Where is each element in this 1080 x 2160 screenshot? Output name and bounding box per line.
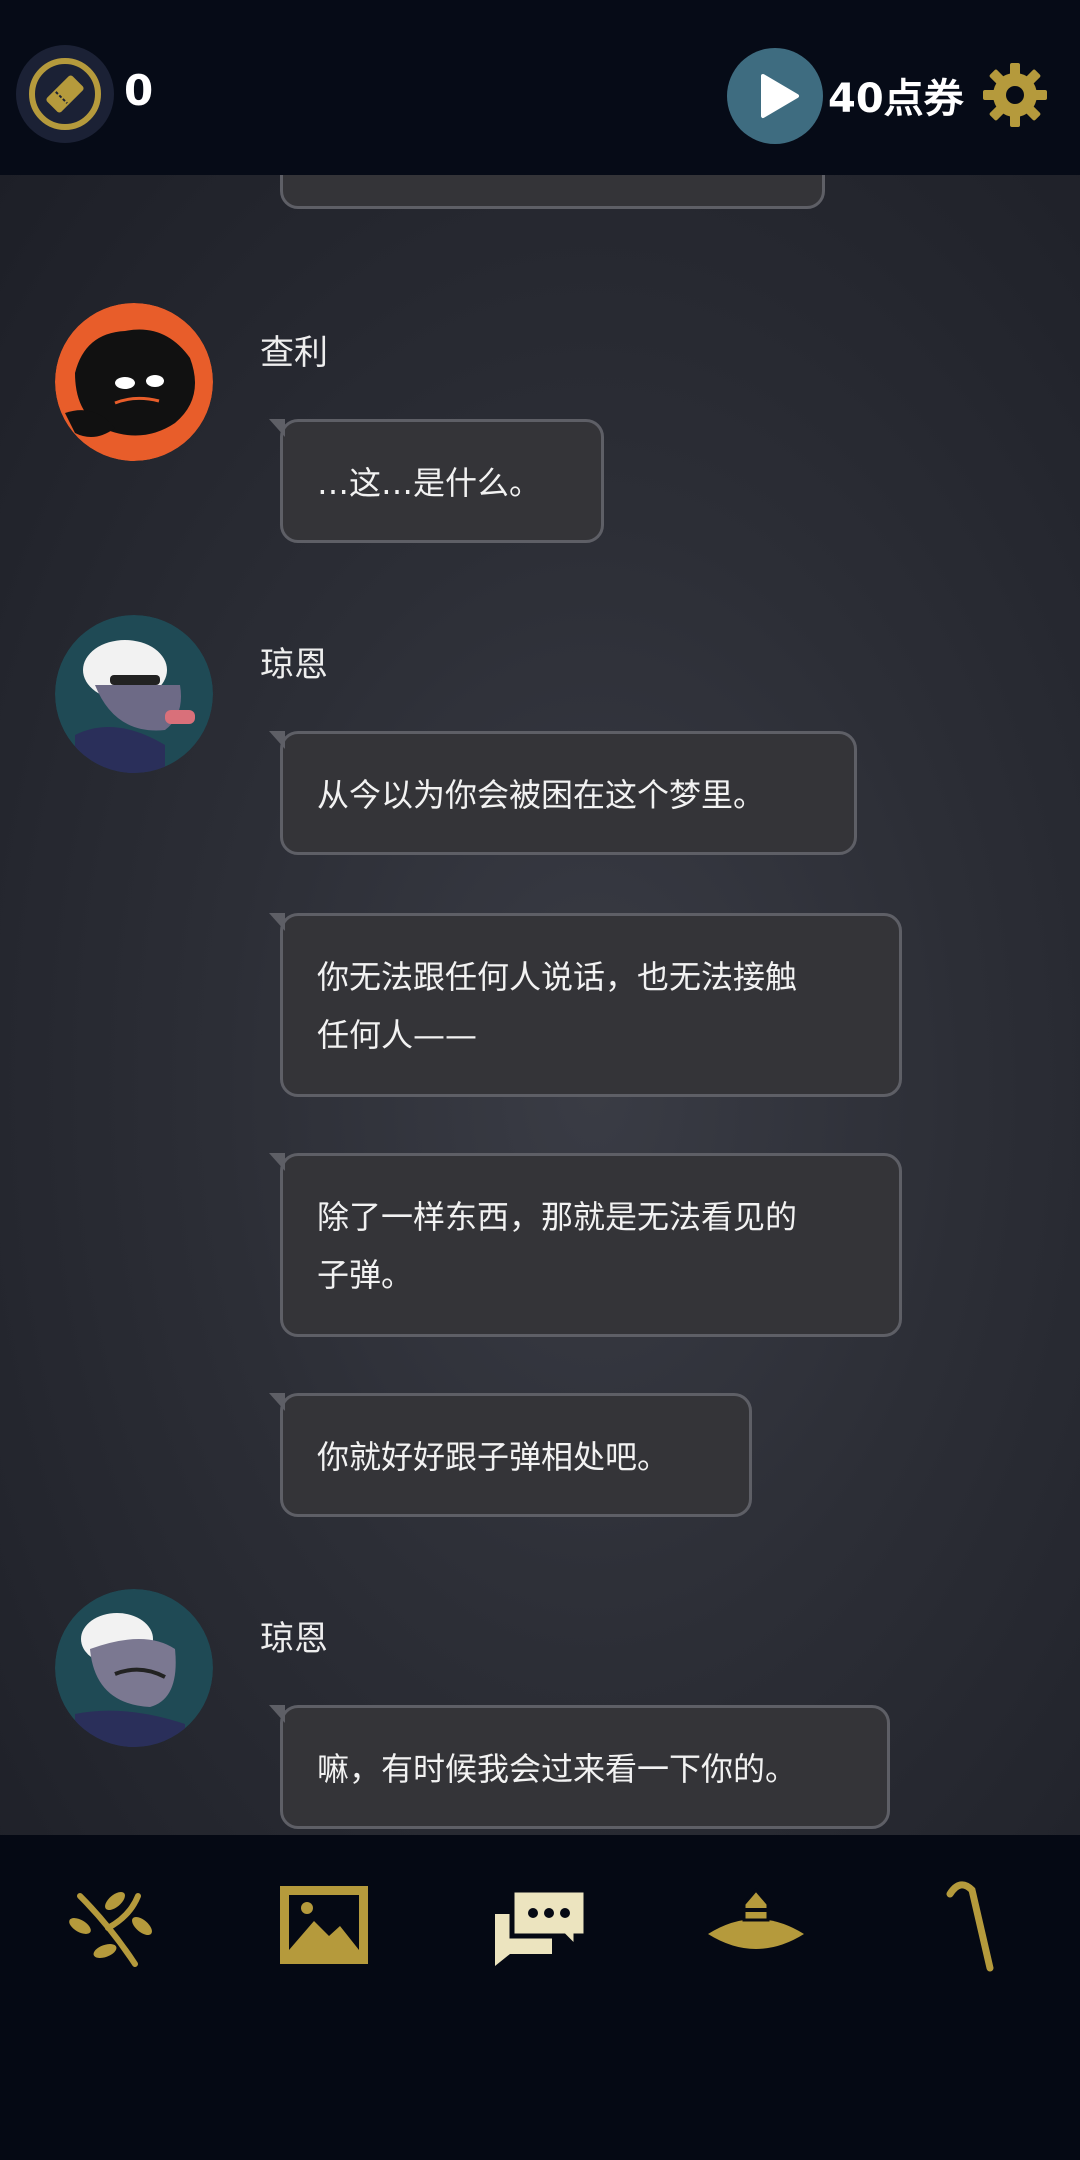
nav-hat[interactable] — [706, 1876, 806, 1976]
coupon-balance: 40点券 — [828, 76, 964, 122]
play-icon — [761, 74, 799, 118]
message-bubble-partial — [280, 175, 825, 209]
nav-gallery[interactable] — [274, 1876, 374, 1976]
top-bar: 0 40点券 — [0, 0, 1080, 175]
message-text: 任何人—— — [317, 1016, 478, 1054]
nav-chat[interactable] — [490, 1876, 590, 1976]
jon-avatar-icon — [55, 615, 213, 773]
message-bubble[interactable]: 从今以为你会被困在这个梦里。 — [269, 731, 857, 855]
gear-icon — [983, 63, 1047, 127]
message-text: 嘛，有时候我会过来看一下你的。 — [317, 1750, 798, 1788]
nav-cane[interactable] — [920, 1876, 1020, 1976]
charlie-avatar-icon — [55, 303, 213, 461]
cane-icon — [946, 1881, 994, 1972]
ticket-button[interactable] — [16, 45, 114, 143]
avatar-jon[interactable] — [55, 1589, 213, 1747]
nav-branch[interactable] — [60, 1876, 160, 1976]
avatar-charlie[interactable] — [55, 303, 213, 461]
chat-icon — [495, 1887, 589, 1966]
message-text: 子弹。 — [317, 1256, 414, 1294]
message-bubble[interactable]: …这…是什么。 — [269, 419, 604, 543]
hat-icon — [708, 1887, 804, 1949]
jon-avatar-icon — [55, 1589, 213, 1747]
chat-log[interactable]: 查利 …这…是什么。 琼恩 从今以为你会被困在这个梦里。 你无法跟任何人说话，也… — [0, 175, 1080, 1835]
ticket-count: 0 — [124, 66, 154, 115]
settings-button[interactable] — [980, 60, 1050, 130]
message-bubble[interactable]: 你就好好跟子弹相处吧。 — [269, 1393, 752, 1517]
message-text: 你无法跟任何人说话，也无法接触 — [317, 958, 798, 996]
branch-icon — [69, 1892, 152, 1967]
message-bubble[interactable]: 你无法跟任何人说话，也无法接触 任何人—— — [269, 913, 902, 1097]
gallery-icon — [280, 1886, 368, 1964]
message-text: 从今以为你会被困在这个梦里。 — [317, 776, 766, 814]
speaker-name: 琼恩 — [260, 1619, 328, 1659]
message-bubble[interactable]: 嘛，有时候我会过来看一下你的。 — [269, 1705, 890, 1829]
play-button[interactable] — [727, 48, 823, 144]
speaker-name: 琼恩 — [260, 645, 328, 685]
message-text: 除了一样东西，那就是无法看见的 — [317, 1198, 798, 1236]
speaker-name: 查利 — [260, 333, 328, 373]
message-text: 你就好好跟子弹相处吧。 — [317, 1438, 670, 1476]
message-text: …这…是什么。 — [317, 464, 542, 502]
message-bubble[interactable]: 除了一样东西，那就是无法看见的 子弹。 — [269, 1153, 902, 1337]
avatar-jon[interactable] — [55, 615, 213, 773]
ticket-icon — [29, 58, 101, 130]
